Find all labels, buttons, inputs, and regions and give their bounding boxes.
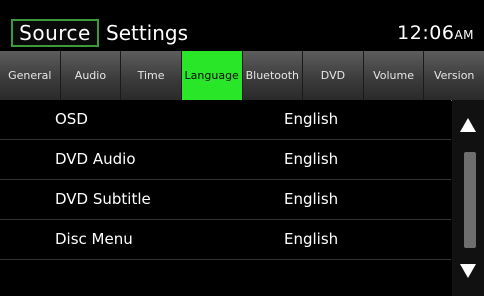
language-settings-list: OSD English DVD Audio English DVD Subtit… [0, 100, 451, 296]
scroll-down-button[interactable] [452, 246, 484, 296]
source-button[interactable]: Source [11, 19, 99, 47]
tab-time[interactable]: Time [121, 51, 182, 100]
setting-value: English [284, 110, 339, 128]
tab-general[interactable]: General [0, 51, 61, 100]
header-bar: Source Settings 12:06AM [0, 0, 484, 51]
tab-volume[interactable]: Volume [364, 51, 425, 100]
scrollbar-thumb[interactable] [464, 152, 476, 248]
scroll-up-button[interactable] [452, 100, 484, 150]
setting-row-dvd-audio[interactable]: DVD Audio English [0, 140, 451, 180]
tab-language[interactable]: Language [181, 51, 243, 100]
setting-value: English [284, 190, 339, 208]
tab-audio[interactable]: Audio [61, 51, 122, 100]
clock-time: 12:06 [397, 22, 455, 44]
tab-dvd[interactable]: DVD [303, 51, 364, 100]
tab-version[interactable]: Version [424, 51, 484, 100]
triangle-up-icon [460, 118, 476, 132]
settings-tabs: General Audio Time Language Bluetooth DV… [0, 51, 484, 101]
setting-name: DVD Subtitle [55, 190, 151, 208]
triangle-down-icon [460, 264, 476, 278]
tab-bluetooth[interactable]: Bluetooth [243, 51, 304, 100]
setting-name: OSD [55, 110, 88, 128]
scrollbar[interactable] [452, 100, 484, 296]
clock: 12:06AM [397, 19, 474, 47]
clock-ampm: AM [454, 28, 474, 42]
setting-row-dvd-subtitle[interactable]: DVD Subtitle English [0, 180, 451, 220]
setting-name: Disc Menu [55, 230, 133, 248]
setting-row-osd[interactable]: OSD English [0, 100, 451, 140]
setting-value: English [284, 230, 339, 248]
setting-name: DVD Audio [55, 150, 136, 168]
setting-row-disc-menu[interactable]: Disc Menu English [0, 220, 451, 260]
page-title: Settings [106, 21, 189, 45]
setting-value: English [284, 150, 339, 168]
